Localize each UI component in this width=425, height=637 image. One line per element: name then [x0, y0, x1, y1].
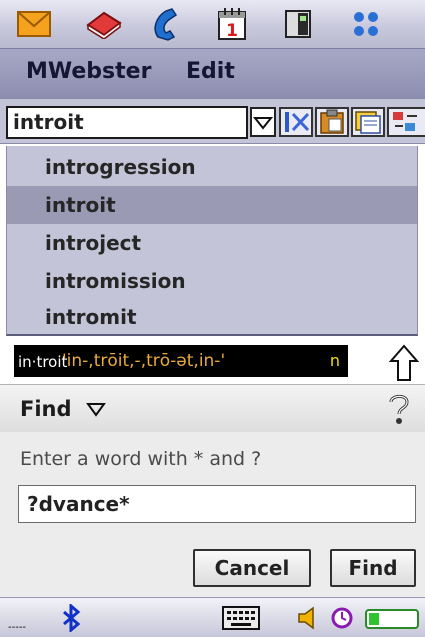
apps-grid-icon[interactable] — [346, 6, 386, 42]
list-item[interactable]: introgression — [7, 148, 417, 186]
definition-bar: in·troit 'in-,trōit,-,trō-ət,in-' n — [0, 341, 425, 383]
keyboard-icon[interactable] — [222, 606, 260, 630]
chevron-down-icon — [252, 117, 274, 130]
list-item-label: introgression — [45, 155, 196, 179]
menu-edit[interactable]: Edit — [186, 59, 235, 84]
bluetooth-icon[interactable] — [60, 604, 84, 632]
book-icon[interactable] — [84, 6, 124, 42]
status-text: ----- — [8, 622, 27, 633]
phone-memo-icon[interactable] — [278, 6, 318, 42]
extra-toolbar-button[interactable] — [387, 107, 425, 137]
find-dialog-title[interactable]: Find — [20, 397, 72, 421]
find-input[interactable] — [18, 485, 416, 523]
up-arrow-icon — [388, 344, 420, 381]
cancel-button[interactable]: Cancel — [193, 549, 311, 587]
status-bar: ----- — [0, 597, 425, 637]
word-field[interactable]: introit — [6, 106, 248, 139]
help-icon[interactable] — [384, 391, 414, 427]
list-item-label: introject — [45, 231, 142, 255]
copy-button[interactable] — [351, 107, 385, 137]
calendar-icon[interactable]: 1 — [212, 6, 252, 42]
find-button[interactable]: Find — [330, 549, 416, 587]
find-dialog-body: Enter a word with * and ? Cancel Find — [0, 432, 425, 597]
word-dropdown-button[interactable] — [250, 107, 276, 137]
list-item-label: intromission — [45, 269, 186, 293]
list-item-selected[interactable]: introit — [7, 186, 417, 224]
battery-icon — [365, 609, 419, 629]
calendar-day: 1 — [226, 21, 238, 41]
app-launcher-bar: 1 — [0, 0, 425, 48]
list-item[interactable]: introject — [7, 224, 417, 262]
definition-headword: in·troit — [18, 353, 68, 371]
copy-icon — [355, 111, 381, 134]
word-field-value: introit — [13, 110, 84, 134]
list-item[interactable]: intromission — [7, 262, 417, 300]
definition-pronunciation: 'in-,trōit,-,trō-ət,in-' — [62, 351, 226, 371]
find-dialog-header: Find — [0, 384, 425, 432]
swap-icon — [393, 112, 417, 131]
clear-icon — [285, 112, 310, 132]
chevron-down-icon[interactable] — [86, 401, 106, 417]
menu-mwebster[interactable]: MWebster — [26, 59, 151, 84]
speaker-icon[interactable] — [296, 606, 318, 630]
find-prompt: Enter a word with * and ? — [20, 448, 262, 470]
clipboard-icon — [320, 109, 344, 134]
word-list[interactable]: introgression introit introject intromis… — [6, 146, 418, 336]
definition-preview[interactable]: in·troit 'in-,trōit,-,trō-ət,in-' n — [14, 345, 348, 377]
menu-bar: MWebster Edit — [0, 48, 425, 98]
mail-icon[interactable] — [14, 6, 54, 42]
phone-icon[interactable] — [148, 6, 188, 42]
word-toolbar: introit — [0, 98, 425, 144]
paste-button[interactable] — [315, 107, 349, 137]
list-item[interactable]: intromit — [7, 298, 417, 336]
definition-part-of-speech: n — [329, 351, 340, 370]
scroll-up-button[interactable] — [388, 344, 420, 382]
clock-icon[interactable] — [330, 606, 354, 630]
list-item-label: intromit — [45, 305, 137, 329]
clear-word-button[interactable] — [279, 107, 313, 137]
list-item-label: introit — [45, 193, 116, 217]
